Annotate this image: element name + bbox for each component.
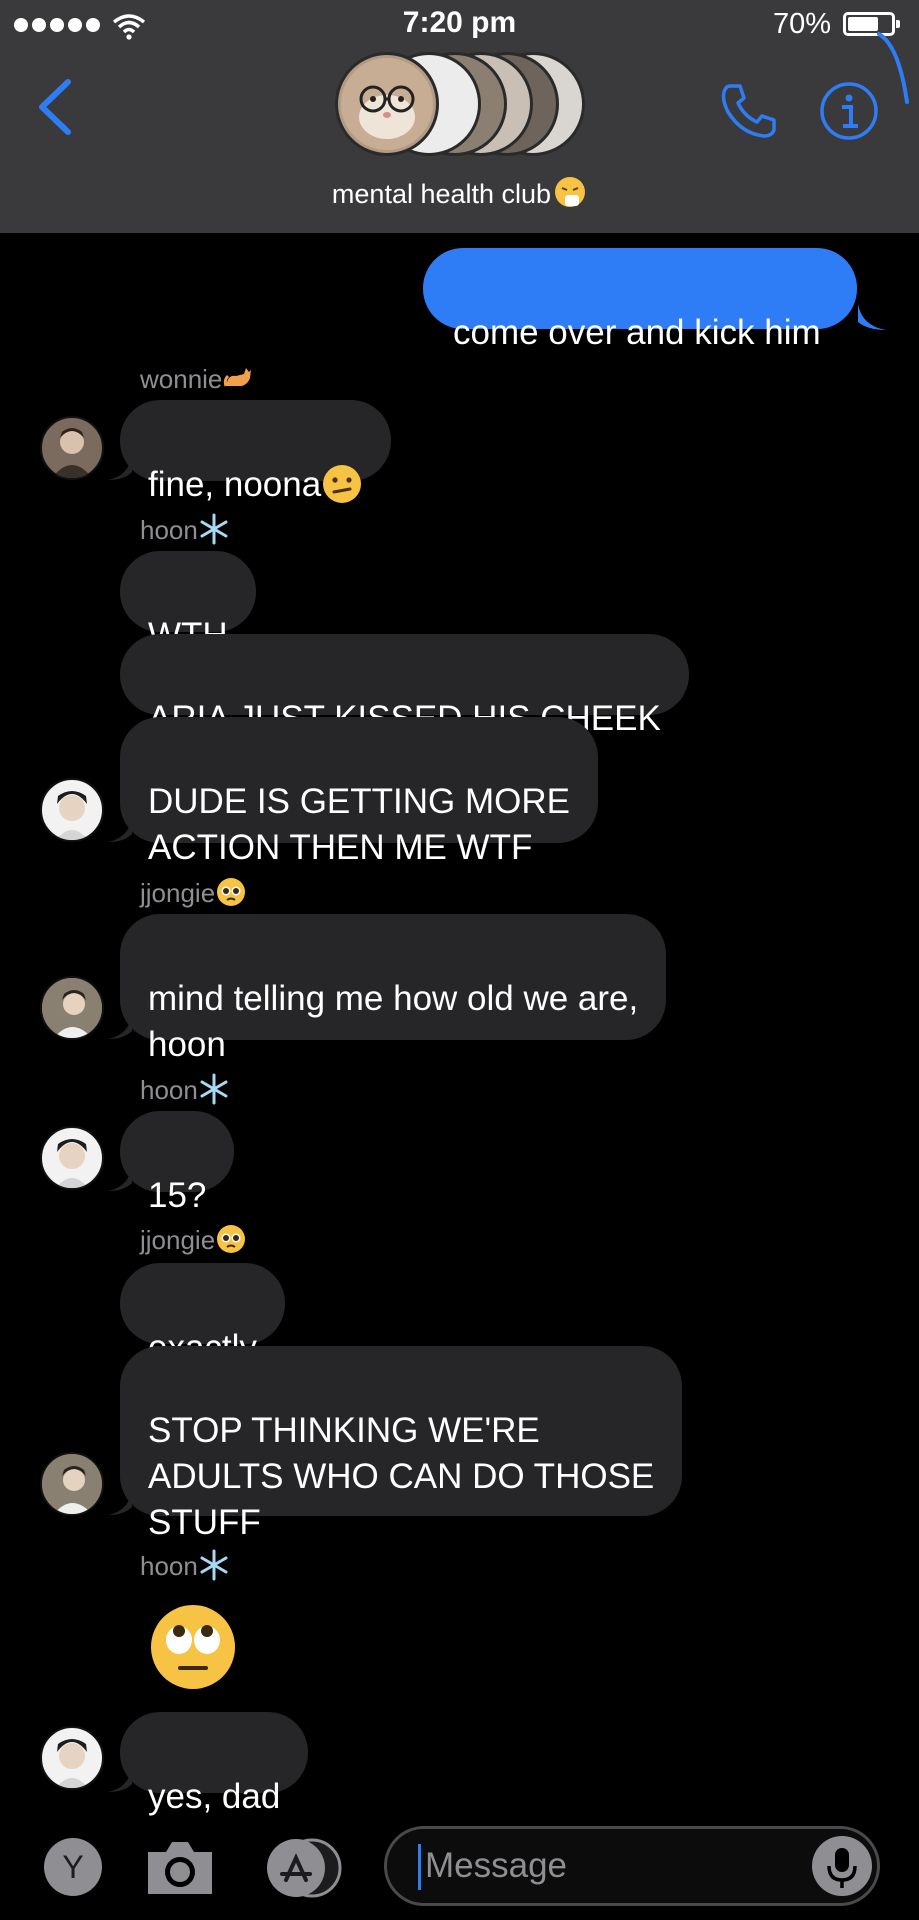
sender-name: hoon	[140, 513, 230, 546]
bubble-tail	[108, 818, 132, 842]
incoming-message[interactable]: ARIA JUST KISSED HIS CHEEK	[120, 634, 689, 738]
status-bar: 7:20 pm 70%	[0, 0, 919, 104]
outgoing-message[interactable]: come over and kick him	[423, 248, 857, 352]
face-with-rolling-eyes-emoji[interactable]	[148, 1602, 238, 1692]
bubble-tail	[108, 1015, 132, 1039]
text-cursor	[418, 1844, 421, 1890]
avatar[interactable]	[40, 976, 104, 1040]
incoming-message[interactable]: exactly	[120, 1263, 285, 1367]
incoming-message[interactable]: 15?	[120, 1111, 235, 1215]
sender-name: hoon	[140, 1549, 230, 1582]
sender-name: jjongie	[140, 1223, 247, 1256]
sneezing-face-emoji	[555, 177, 586, 207]
message-text: mind telling me how old we are, hoon	[148, 979, 639, 1064]
avatar[interactable]	[40, 1452, 104, 1516]
message-text: fine, noona	[148, 465, 322, 504]
pen-scribble-mark	[877, 32, 909, 104]
snowflake-emoji	[200, 1073, 228, 1105]
camera-icon[interactable]	[144, 1836, 216, 1898]
avatar[interactable]	[40, 778, 104, 842]
incoming-message[interactable]: WTH	[120, 551, 256, 655]
battery-percentage: 70%	[772, 8, 831, 40]
pleading-face-emoji	[217, 1225, 246, 1253]
message-text: yes, dad	[148, 1777, 281, 1816]
avatar[interactable]	[40, 1726, 104, 1790]
message-text: 15?	[148, 1176, 207, 1215]
sender-name: wonnie	[140, 362, 254, 395]
phone-call-button[interactable]	[718, 80, 780, 142]
sender-name: jjongie	[140, 876, 247, 909]
group-avatar-stack[interactable]	[335, 46, 585, 160]
app-store-button[interactable]	[262, 1838, 342, 1898]
message-text: DUDE IS GETTING MORE ACTION THEN ME WTF	[148, 782, 570, 867]
incoming-message[interactable]: DUDE IS GETTING MORE ACTION THEN ME WTF	[120, 717, 598, 867]
microphone-button[interactable]	[812, 1836, 872, 1896]
incoming-message[interactable]: mind telling me how old we are, hoon	[120, 914, 667, 1064]
back-button[interactable]	[34, 78, 78, 136]
avatar[interactable]	[40, 1126, 104, 1190]
avatar[interactable]	[40, 416, 104, 480]
bubble-tail	[108, 456, 132, 480]
group-title[interactable]: mental health club	[0, 175, 919, 210]
incoming-message[interactable]: STOP THINKING WE'RE ADULTS WHO CAN DO TH…	[120, 1346, 683, 1542]
bubble-tail	[108, 1167, 132, 1191]
sender-name: hoon	[140, 1073, 230, 1106]
info-button[interactable]	[818, 80, 880, 142]
incoming-message[interactable]: yes, dad	[120, 1712, 309, 1816]
pleading-face-emoji	[217, 878, 246, 906]
snowflake-emoji	[200, 513, 228, 545]
message-text: STOP THINKING WE'RE ADULTS WHO CAN DO TH…	[148, 1411, 655, 1542]
cat-avatar	[335, 52, 439, 156]
bubble-tail	[108, 1768, 132, 1792]
bubble-tail	[108, 1491, 132, 1515]
message-text: come over and kick him	[453, 313, 821, 352]
message-input[interactable]: Message	[384, 1826, 880, 1906]
cat-with-glasses-icon	[341, 58, 433, 150]
cat-emoji	[224, 368, 252, 387]
app-store-icon	[267, 1838, 342, 1898]
group-name-text: mental health club	[331, 179, 552, 209]
bubble-tail	[858, 304, 886, 330]
incoming-message[interactable]: fine, noona	[120, 400, 392, 504]
microphone-icon	[827, 1848, 857, 1888]
conversation-header: 7:20 pm 70% mental health club	[0, 0, 919, 233]
confused-face-emoji	[323, 465, 362, 503]
snowflake-emoji	[200, 1549, 228, 1581]
y-app-button[interactable]: Y	[44, 1838, 102, 1896]
